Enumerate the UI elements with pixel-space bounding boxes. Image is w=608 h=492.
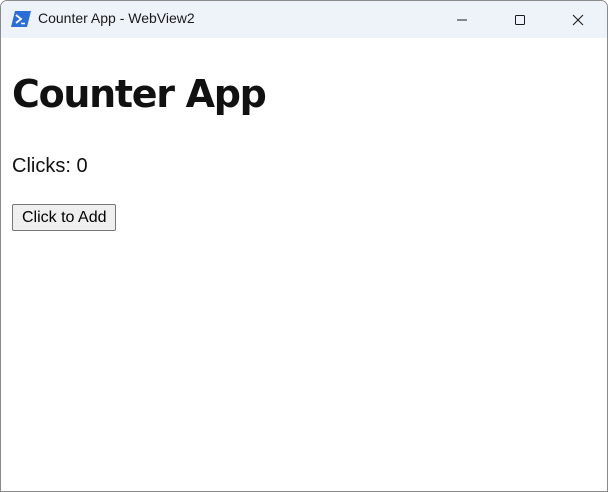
title-bar[interactable]: Counter App - WebView2: [1, 1, 607, 38]
close-icon: [572, 14, 584, 25]
page-title: Counter App: [12, 72, 267, 116]
maximize-button[interactable]: [491, 1, 549, 38]
close-button[interactable]: [549, 1, 607, 38]
webview-content: Counter App Clicks: 0 Click to Add: [1, 38, 607, 491]
click-counter: Clicks: 0: [12, 154, 88, 178]
app-window: Counter App - WebView2 Counter App Click…: [0, 0, 608, 492]
window-title: Counter App - WebView2: [38, 10, 195, 26]
clicks-label: Clicks:: [12, 155, 71, 177]
powershell-icon: [11, 11, 31, 27]
maximize-icon: [515, 14, 525, 25]
add-click-button[interactable]: Click to Add: [12, 204, 117, 231]
clicks-value: 0: [76, 155, 88, 177]
minimize-button[interactable]: [433, 1, 491, 38]
minimize-icon: [457, 19, 467, 20]
